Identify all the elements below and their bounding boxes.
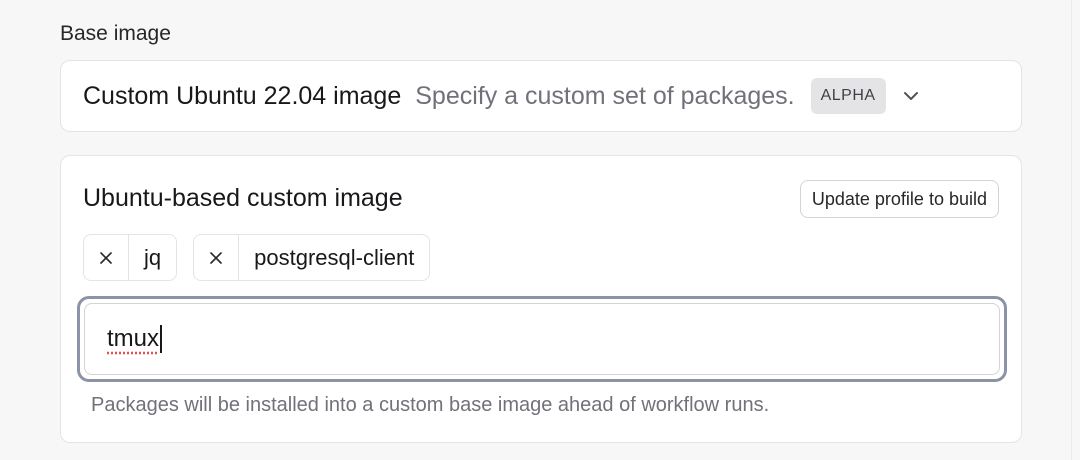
alpha-badge: ALPHA xyxy=(810,78,886,114)
settings-page: Base image Custom Ubuntu 22.04 image Spe… xyxy=(0,0,1080,460)
close-icon[interactable] xyxy=(194,235,240,280)
base-image-select[interactable]: Custom Ubuntu 22.04 image Specify a cust… xyxy=(60,60,1022,132)
selected-image-title: Custom Ubuntu 22.04 image xyxy=(83,81,402,110)
update-profile-button[interactable]: Update profile to build xyxy=(799,180,999,218)
package-chip-label: postgresql-client xyxy=(254,244,415,270)
package-input-focus-ring: tmux xyxy=(77,296,1007,382)
chevron-down-icon[interactable] xyxy=(900,85,922,107)
package-input-value: tmux xyxy=(107,325,160,352)
package-chips: jq postgresql-client xyxy=(83,234,431,281)
close-icon[interactable] xyxy=(84,235,129,280)
package-chip-label: jq xyxy=(144,244,162,270)
panel-title: Ubuntu-based custom image xyxy=(83,184,403,212)
text-caret xyxy=(160,325,163,353)
base-image-label: Base image xyxy=(60,22,171,45)
selected-image-description: Specify a custom set of packages. xyxy=(415,81,795,110)
package-input[interactable]: tmux xyxy=(84,303,1000,375)
package-chip-jq: jq xyxy=(83,234,178,281)
custom-image-panel: Ubuntu-based custom image Update profile… xyxy=(60,155,1022,443)
help-text: Packages will be installed into a custom… xyxy=(91,394,770,416)
divider xyxy=(1071,0,1072,460)
package-chip-postgresql-client: postgresql-client xyxy=(193,234,431,281)
